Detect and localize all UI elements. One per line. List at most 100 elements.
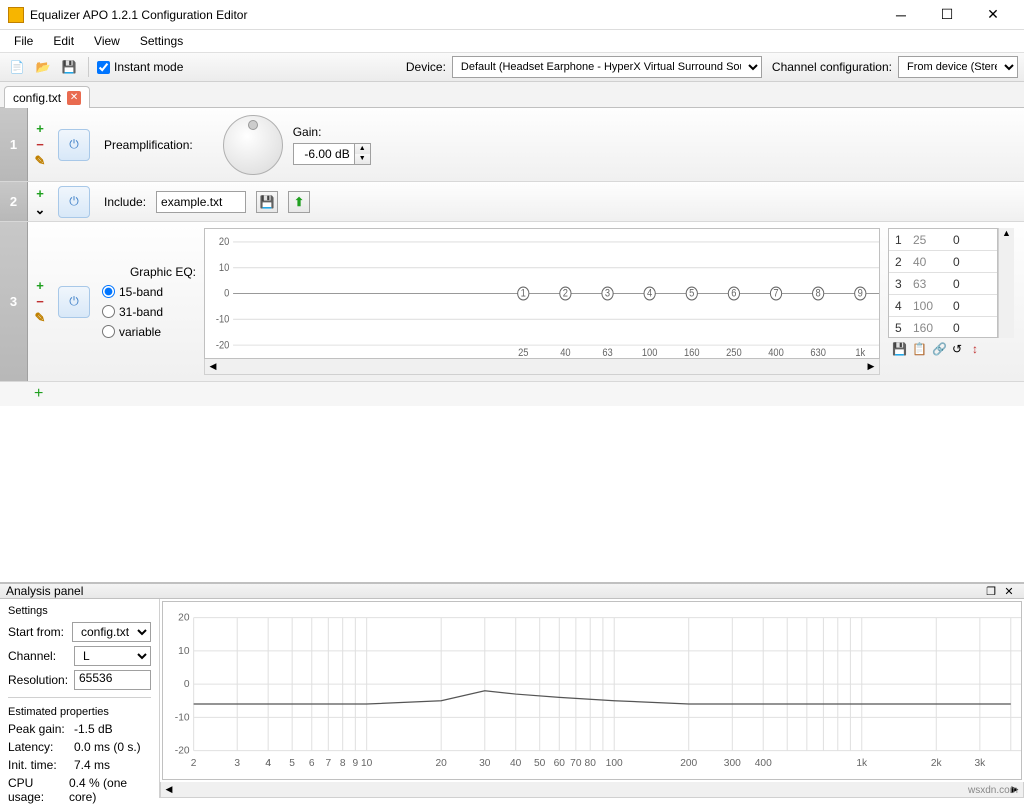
add-row-icon[interactable]: + (33, 187, 47, 201)
undock-icon[interactable]: ❐ (982, 585, 1000, 598)
gain-spin-up[interactable]: ▲ (355, 144, 370, 154)
bands-31-radio[interactable]: 31-band (102, 305, 196, 319)
svg-text:40: 40 (510, 758, 522, 769)
row-number: 3 (0, 222, 28, 381)
gain-knob[interactable] (223, 115, 283, 175)
bands-variable-radio[interactable]: variable (102, 325, 196, 339)
gain-field[interactable]: ▲▼ (293, 143, 371, 165)
include-file-input[interactable] (156, 191, 246, 213)
svg-text:60: 60 (554, 758, 566, 769)
link-icon[interactable]: 🔗 (932, 342, 948, 358)
device-select[interactable]: Default (Headset Earphone - HyperX Virtu… (452, 56, 762, 78)
svg-text:80: 80 (585, 758, 597, 769)
row-number: 1 (0, 108, 28, 181)
filter-row-preamp: 1 + − ✎ ⏻ Preamplification: Gain: ▲▼ (0, 108, 1024, 182)
instant-mode-label: Instant mode (114, 60, 183, 74)
svg-text:0: 0 (224, 288, 230, 300)
device-label: Device: (406, 60, 446, 74)
save-icon[interactable]: 💾 (892, 342, 908, 358)
svg-text:1k: 1k (856, 758, 868, 769)
svg-text:-10: -10 (216, 314, 230, 326)
table-row[interactable]: 51600 (889, 317, 997, 338)
resolution-field[interactable]: 65536 (74, 670, 151, 690)
preamp-label: Preamplification: (104, 138, 193, 152)
v-scrollbar[interactable]: ▲ (998, 228, 1014, 338)
svg-text:250: 250 (726, 347, 742, 358)
power-toggle[interactable]: ⏻ (58, 286, 90, 318)
analysis-h-scrollbar[interactable]: ◀▶ (160, 782, 1024, 798)
svg-text:1k: 1k (855, 347, 866, 358)
svg-text:3k: 3k (974, 758, 986, 769)
tab-close-icon[interactable]: ✕ (67, 91, 81, 105)
add-filter-row[interactable]: + (0, 382, 1024, 406)
close-panel-icon[interactable]: ✕ (1000, 585, 1018, 598)
open-file-button[interactable]: 📂 (32, 56, 54, 78)
latency-value: 0.0 ms (0 s.) (74, 740, 141, 756)
close-button[interactable]: ✕ (970, 0, 1016, 30)
add-row-icon[interactable]: + (33, 279, 47, 293)
svg-text:-10: -10 (175, 713, 190, 724)
expand-icon[interactable]: ⌄ (33, 203, 47, 217)
table-row[interactable]: 1250 (889, 229, 997, 251)
title-bar: Equalizer APO 1.2.1 Configuration Editor… (0, 0, 1024, 30)
channel-config-select[interactable]: From device (Stereo) (898, 56, 1018, 78)
svg-text:4: 4 (647, 288, 653, 300)
menu-edit[interactable]: Edit (43, 32, 84, 50)
init-time-value: 7.4 ms (74, 758, 110, 774)
svg-text:0: 0 (184, 679, 190, 690)
table-row[interactable]: 2400 (889, 251, 997, 273)
bands-15-radio[interactable]: 15-band (102, 285, 196, 299)
svg-text:-20: -20 (175, 746, 190, 757)
instant-mode-checkbox[interactable]: Instant mode (97, 60, 183, 74)
row-number: 2 (0, 182, 28, 221)
analysis-plot[interactable]: 20100-10-20 2345678910203040506070801002… (162, 601, 1022, 780)
new-file-button[interactable]: 📄 (6, 56, 28, 78)
svg-text:20: 20 (178, 613, 190, 624)
remove-row-icon[interactable]: − (33, 295, 47, 309)
svg-text:8: 8 (816, 288, 822, 300)
add-row-icon[interactable]: + (33, 122, 47, 136)
svg-text:10: 10 (361, 758, 373, 769)
file-tab[interactable]: config.txt ✕ (4, 86, 90, 108)
svg-text:100: 100 (642, 347, 658, 358)
channel-label: Channel: (8, 649, 74, 663)
svg-text:10: 10 (178, 646, 190, 657)
start-from-select[interactable]: config.txt (72, 622, 151, 642)
menu-settings[interactable]: Settings (130, 32, 193, 50)
analysis-panel: Analysis panel ❐ ✕ Settings Start from:c… (0, 582, 1024, 798)
svg-text:630: 630 (810, 347, 826, 358)
menu-view[interactable]: View (84, 32, 130, 50)
table-row[interactable]: 41000 (889, 295, 997, 317)
remove-row-icon[interactable]: − (33, 138, 47, 152)
table-row[interactable]: 3630 (889, 273, 997, 295)
lock-icon[interactable]: 💾 (256, 191, 278, 213)
graphic-eq-label: Graphic EQ: (102, 265, 196, 279)
channel-select[interactable]: L (74, 646, 151, 666)
analysis-title: Analysis panel (6, 584, 982, 598)
svg-text:25: 25 (518, 347, 529, 358)
invert-icon[interactable]: ↕ (972, 342, 988, 358)
svg-text:10: 10 (219, 262, 230, 274)
menu-bar: File Edit View Settings (0, 30, 1024, 52)
open-folder-icon[interactable]: ⬆ (288, 191, 310, 213)
power-toggle[interactable]: ⏻ (58, 129, 90, 161)
gain-spin-down[interactable]: ▼ (355, 154, 370, 164)
eq-band-table[interactable]: 1250240036304100051600 (888, 228, 998, 338)
edit-row-icon[interactable]: ✎ (33, 154, 47, 168)
svg-text:30: 30 (479, 758, 491, 769)
save-file-button[interactable]: 💾 (58, 56, 80, 78)
instant-mode-input[interactable] (97, 61, 110, 74)
start-from-label: Start from: (8, 625, 72, 639)
svg-text:3: 3 (605, 288, 611, 300)
svg-text:160: 160 (684, 347, 700, 358)
power-toggle[interactable]: ⏻ (58, 186, 90, 218)
reset-icon[interactable]: ↺ (952, 342, 968, 358)
copy-icon[interactable]: 📋 (912, 342, 928, 358)
edit-row-icon[interactable]: ✎ (33, 311, 47, 325)
minimize-button[interactable]: ─ (878, 0, 924, 30)
h-scrollbar[interactable]: ◀▶ (204, 359, 880, 375)
maximize-button[interactable]: ☐ (924, 0, 970, 30)
menu-file[interactable]: File (4, 32, 43, 50)
graphic-eq-plot[interactable]: 20100-10-20 123456789 254063100160250400… (204, 228, 880, 359)
gain-input[interactable] (294, 144, 354, 164)
